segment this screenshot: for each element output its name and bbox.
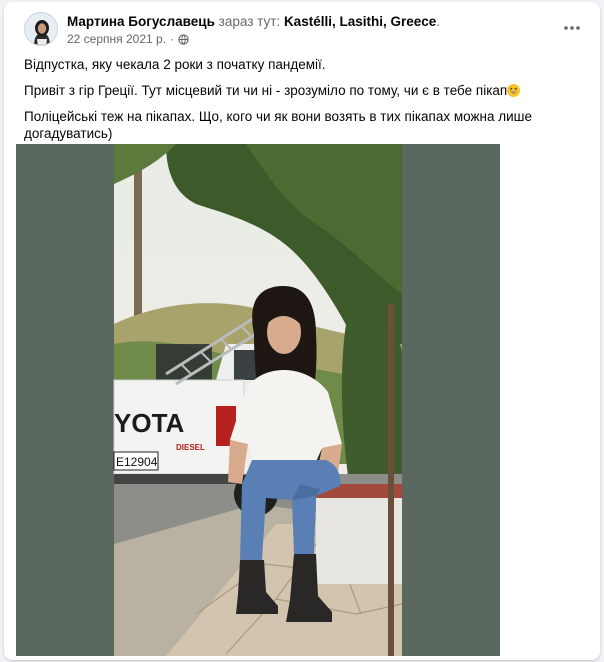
post-date[interactable]: 22 серпня 2021 р.	[67, 32, 166, 47]
post-paragraph-with-emoji: Привіт з гір Греції. Тут місцевий ти чи …	[24, 82, 584, 99]
location-link[interactable]: Kastélli, Lasithi, Greece	[284, 14, 436, 29]
truck-sub-text: DIESEL	[176, 443, 205, 452]
location-prefix: зараз тут:	[218, 14, 281, 29]
post-photo: YOTA DIESEL E12904	[16, 144, 500, 656]
photo-scene: YOTA DIESEL E12904	[113, 144, 403, 656]
more-options-button[interactable]	[558, 14, 586, 42]
post-card: Мартина Богуславець зараз тут: Kastélli,…	[4, 2, 600, 660]
license-plate-text: E12904	[116, 455, 158, 469]
avatar-image	[25, 13, 57, 45]
post-paragraph: Відпустка, яку чекала 2 роки з початку п…	[24, 57, 326, 72]
grinning-face-icon	[507, 84, 521, 97]
more-options-icon	[564, 26, 580, 30]
author-name[interactable]: Мартина Богуславець	[67, 14, 215, 29]
author-line: Мартина Богуславець зараз тут: Kastélli,…	[67, 13, 440, 30]
avatar[interactable]	[24, 12, 58, 46]
truck-brand-text: YOTA	[114, 408, 185, 438]
post-paragraph: Поліцейські теж на пікапах. Що, кого чи …	[24, 109, 532, 141]
location-suffix: .	[436, 14, 441, 29]
post-meta: 22 серпня 2021 р. ·	[67, 32, 189, 47]
meta-separator: ·	[170, 32, 175, 46]
post-paragraph-text: Привіт з гір Греції. Тут місцевий ти чи …	[24, 83, 508, 98]
post-text: Відпустка, яку чекала 2 роки з початку п…	[24, 56, 584, 142]
globe-icon[interactable]	[178, 34, 189, 45]
post-header: Мартина Богуславець зараз тут: Kastélli,…	[4, 2, 600, 50]
post-photo-frame[interactable]: YOTA DIESEL E12904	[16, 144, 500, 656]
